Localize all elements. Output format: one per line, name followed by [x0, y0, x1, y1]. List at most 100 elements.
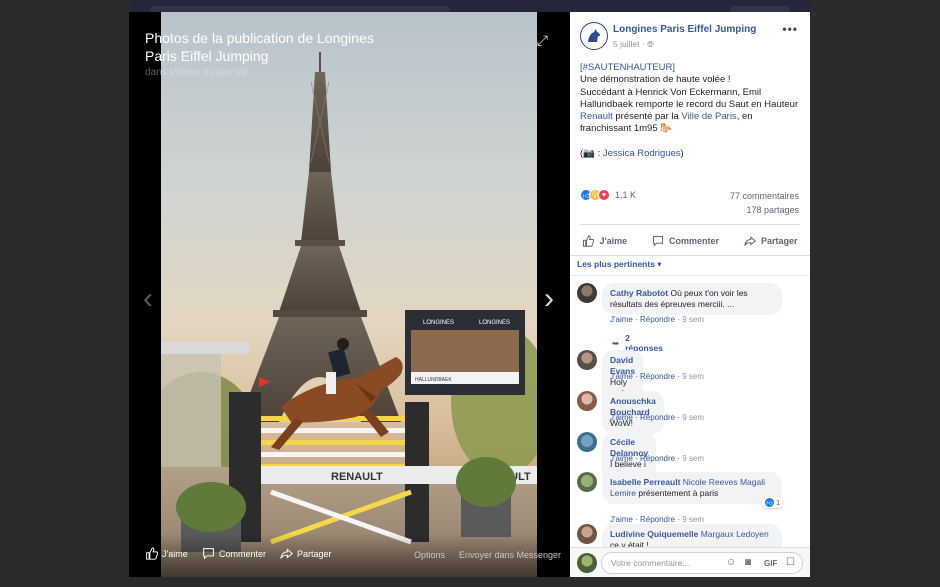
comment-time[interactable]: 9 sem [682, 515, 704, 524]
viewer-like-label: J'aime [162, 548, 188, 559]
comment-reply-link[interactable]: Répondre [640, 515, 675, 524]
divider [570, 255, 810, 256]
post-share-label: Partager [760, 236, 798, 246]
thumbs-up-icon [583, 235, 595, 247]
comment-like-link[interactable]: J'aime [610, 372, 633, 381]
thumbs-up-icon [146, 547, 158, 560]
comment-meta: J'aime · Répondre · 9 sem [610, 413, 705, 422]
post-comment-button[interactable]: Commenter [652, 235, 719, 247]
comment-like-badge[interactable]: 👍︎ 1 [762, 497, 784, 508]
comment-meta: J'aime · Répondre · 9 sem [610, 515, 705, 524]
comment-text: présentement à paris [638, 488, 719, 498]
post-line-2a: Succédant à Henrick Von Eckermann, Emil … [580, 86, 799, 110]
avatar[interactable] [577, 524, 597, 544]
next-arrow-icon[interactable]: › [544, 282, 554, 316]
board-brand-right: LONGINES [479, 320, 510, 326]
reactions-summary[interactable]: 👍︎ 😮︎ ♥ 1,1 K [580, 189, 636, 201]
divider [580, 224, 800, 225]
viewer-action-bar: J'aime Commenter Partager Options Envoye… [129, 533, 570, 577]
avatar[interactable] [577, 283, 597, 303]
page-name-link[interactable]: Longines Paris Eiffel Jumping [613, 24, 756, 35]
comment-meta: J'aime · Répondre · 9 sem [610, 454, 705, 463]
comment-bubble: Isabelle Perreault Nicole Reeves Magali … [602, 472, 782, 504]
share-icon [280, 548, 293, 559]
shares-count[interactable]: 178 partages [746, 205, 799, 215]
viewer-send-messenger-button[interactable]: Envoyer dans Messenger [459, 550, 561, 560]
comment-like-link[interactable]: J'aime [610, 454, 633, 463]
post-like-button[interactable]: J'aime [582, 235, 627, 247]
more-options-icon[interactable]: ••• [782, 22, 798, 36]
avatar[interactable] [577, 472, 597, 492]
previous-arrow-icon[interactable]: ‹ [143, 282, 153, 316]
credit-suffix: ) [680, 148, 684, 160]
comment-input[interactable]: Votre commentaire... ☺ ◙ GIF ☐ [601, 552, 803, 574]
renault-link[interactable]: Renault [580, 111, 613, 122]
post-share-button[interactable]: Partager [744, 235, 798, 247]
avatar[interactable] [577, 350, 597, 370]
expand-icon[interactable]: ⤢ [537, 32, 548, 49]
credit-link[interactable]: Jessica Rodrigues [603, 148, 681, 159]
comment-meta: J'aime · Répondre · 9 sem [610, 315, 705, 324]
viewer-share-button[interactable]: Partager [280, 547, 332, 560]
commenter-name[interactable]: Isabelle Perreault [610, 477, 680, 487]
comment-time[interactable]: 9 sem [682, 454, 704, 463]
comment-reply-link[interactable]: Répondre [640, 372, 675, 381]
globe-icon: 🌐︎ [647, 39, 654, 49]
share-icon [744, 236, 756, 246]
comment-icon [203, 548, 214, 560]
comment-like-link[interactable]: J'aime [610, 315, 633, 324]
credit-prefix: (📷 : [580, 148, 603, 160]
comment-reply-link[interactable]: Répondre [640, 454, 675, 463]
comment-icon [653, 236, 664, 247]
sticker-icon[interactable]: ☐ [786, 557, 795, 568]
comment-input-placeholder: Votre commentaire... [611, 558, 690, 568]
ville-de-paris-link[interactable]: Ville de Paris [681, 111, 736, 122]
avatar[interactable] [577, 391, 597, 411]
post-like-label: J'aime [599, 236, 628, 246]
post-date[interactable]: 5 juillet · 🌐︎ [613, 39, 654, 50]
comment-composer: Votre commentaire... ☺ ◙ GIF ☐ [570, 547, 810, 577]
emoji-icon[interactable]: ☺ [726, 557, 736, 568]
viewer-comment-button[interactable]: Commenter [202, 547, 266, 560]
love-reaction-icon: ♥ [598, 189, 610, 201]
eiffel-jumping-scene: LONGINES LONGINES HALLUNDBAEK RENAULT RE… [161, 52, 537, 577]
post-line-1: Une démonstration de haute volée ! [580, 74, 731, 86]
commenter-name[interactable]: Cathy Rabotot [610, 288, 668, 298]
comment-reply-link[interactable]: Répondre [640, 413, 675, 422]
comment-time[interactable]: 9 sem [682, 372, 704, 381]
reply-arrow-icon: ➥ [612, 337, 620, 348]
comment-meta: J'aime · Répondre · 9 sem [610, 372, 705, 381]
post-text: [#SAUTENHAUTEUR] Une démonstration de ha… [580, 62, 802, 160]
commenter-name[interactable]: Ludivine Quiquemelle [610, 529, 698, 539]
viewer-options-button[interactable]: Options [414, 550, 445, 560]
avatar[interactable] [577, 432, 597, 452]
hashtag-link[interactable]: [#SAUTENHAUTEUR] [580, 62, 675, 73]
viewer-like-button[interactable]: J'aime [145, 547, 188, 560]
comments-count[interactable]: 77 commentaires [730, 191, 799, 201]
photo-viewer: LONGINES LONGINES HALLUNDBAEK RENAULT RE… [129, 12, 570, 577]
comment-sort-dropdown[interactable]: Les plus pertinents ▾ [577, 259, 662, 270]
reactions-count: 1,1 K [615, 190, 637, 200]
camera-icon[interactable]: ◙ [745, 557, 751, 568]
post-action-row: J'aime Commenter Partager [570, 230, 810, 252]
viewer-comment-label: Commenter [219, 548, 267, 559]
comment-time[interactable]: 9 sem [682, 315, 704, 324]
post-header [580, 22, 608, 50]
comment-like-link[interactable]: J'aime [610, 515, 633, 524]
comment-reply-link[interactable]: Répondre [640, 315, 675, 324]
page-avatar[interactable] [580, 22, 608, 50]
gif-icon[interactable]: GIF [764, 559, 777, 568]
comment-bubble: Cathy Rabotot Où peux t'on voir les résu… [602, 283, 782, 315]
post-photo[interactable]: LONGINES LONGINES HALLUNDBAEK RENAULT RE… [161, 12, 537, 577]
divider [570, 275, 810, 276]
comment-time[interactable]: 9 sem [682, 413, 704, 422]
comment-mention[interactable]: Margaux Ledoyen [701, 529, 769, 539]
post-comment-label: Commenter [669, 236, 720, 246]
viewer-subtitle[interactable]: dans Vidéos du journal [145, 67, 247, 78]
avatar [577, 553, 597, 573]
comment-like-link[interactable]: J'aime [610, 413, 633, 422]
viewer-share-label: Partager [297, 548, 332, 559]
viewer-title: Photos de la publication de Longines Par… [145, 30, 374, 64]
board-rider-name: HALLUNDBAEK [415, 377, 452, 383]
post-line-2b: présenté par la [612, 111, 682, 123]
